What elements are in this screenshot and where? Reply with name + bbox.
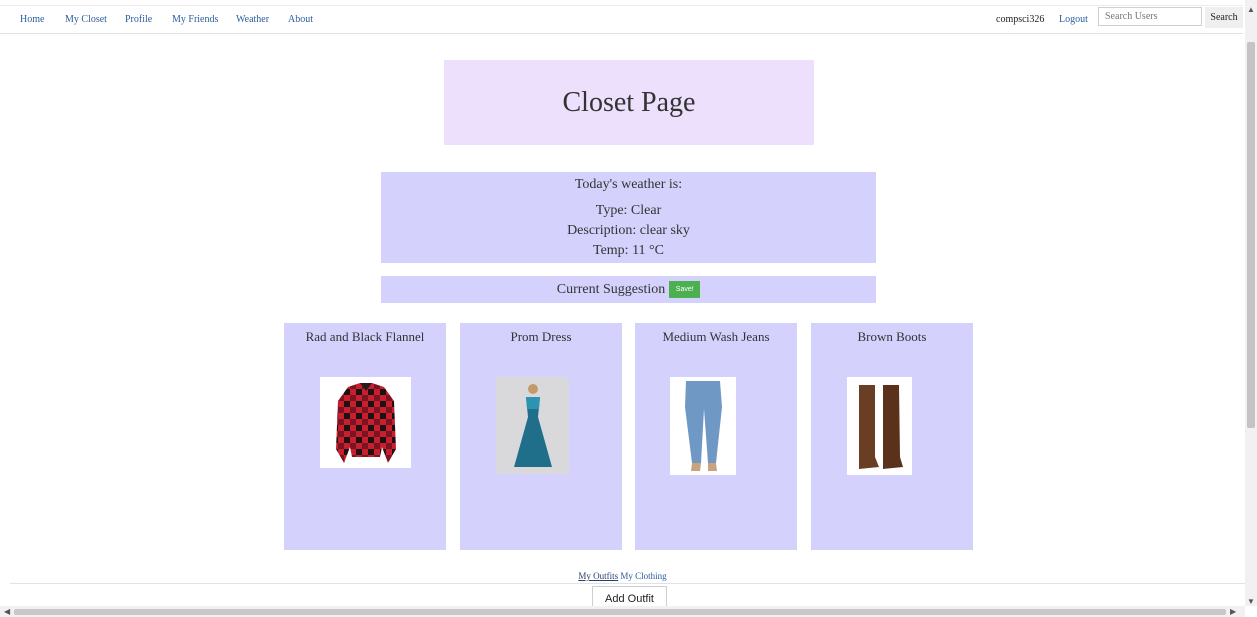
nav-weather[interactable]: Weather <box>236 6 269 33</box>
jeans-image <box>670 377 736 475</box>
scroll-right-icon[interactable]: ▶ <box>1230 606 1236 617</box>
clothing-card[interactable]: Rad and Black Flannel <box>284 323 446 550</box>
top-navbar: Home My Closet Profile My Friends Weathe… <box>0 5 1243 34</box>
flannel-shirt-image <box>320 377 411 468</box>
search-users-input[interactable] <box>1098 7 1202 26</box>
my-outfits-link[interactable]: My Outfits <box>578 571 618 581</box>
search-button[interactable]: Search <box>1205 7 1243 28</box>
vertical-scroll-thumb[interactable] <box>1247 42 1255 428</box>
prom-dress-image <box>496 377 569 474</box>
nav-home[interactable]: Home <box>20 6 44 33</box>
scroll-up-icon[interactable]: ▲ <box>1245 4 1257 16</box>
closet-links: My Outfits My Clothing <box>0 571 1245 581</box>
clothing-card[interactable]: Prom Dress <box>460 323 622 550</box>
nav-about[interactable]: About <box>288 6 313 33</box>
clothing-name: Rad and Black Flannel <box>305 329 425 344</box>
clothing-name: Medium Wash Jeans <box>662 329 770 344</box>
boots-image <box>847 377 912 475</box>
nav-my-friends[interactable]: My Friends <box>172 6 218 33</box>
save-button[interactable]: Save! <box>669 281 701 298</box>
footer-divider <box>10 583 1245 584</box>
vertical-scrollbar[interactable]: ▲ ▼ <box>1245 0 1257 606</box>
clothing-card[interactable]: Medium Wash Jeans <box>635 323 797 550</box>
horizontal-scroll-thumb[interactable] <box>14 609 1226 615</box>
clothing-name: Brown Boots <box>857 329 927 344</box>
suggestion-label: Current Suggestion <box>556 281 666 297</box>
clothing-name: Prom Dress <box>510 329 572 344</box>
my-clothing-link[interactable]: My Clothing <box>620 571 666 581</box>
weather-description: Description: clear sky <box>567 223 690 238</box>
username-label: compsci326 <box>996 14 1045 25</box>
weather-type: Type: Clear <box>595 203 662 218</box>
page-title: Closet Page <box>444 60 814 145</box>
scroll-down-icon[interactable]: ▼ <box>1245 596 1257 608</box>
horizontal-scrollbar[interactable]: ◀ ▶ <box>0 606 1245 617</box>
weather-temp: Temp: 11 °C <box>593 243 664 258</box>
nav-profile[interactable]: Profile <box>125 6 152 33</box>
suggestion-bar: Current Suggestion Save! <box>381 276 876 303</box>
clothing-card[interactable]: Brown Boots <box>811 323 973 550</box>
logout-link[interactable]: Logout <box>1059 6 1088 33</box>
scroll-left-icon[interactable]: ◀ <box>4 606 10 617</box>
weather-heading: Today's weather is: <box>574 177 683 192</box>
weather-panel: Today's weather is: Type: Clear Descript… <box>381 172 876 263</box>
nav-my-closet[interactable]: My Closet <box>65 6 107 33</box>
